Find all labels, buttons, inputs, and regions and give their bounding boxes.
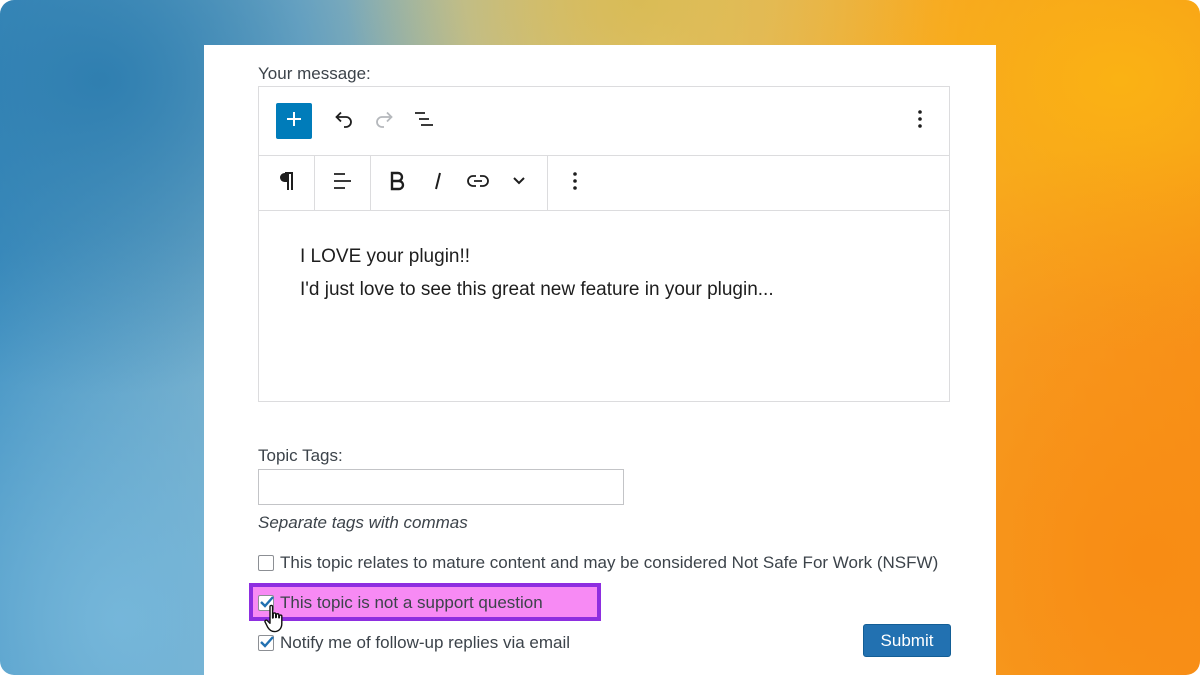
notify-replies-checkbox-label: Notify me of follow-up replies via email: [280, 633, 571, 652]
add-block-button[interactable]: [276, 103, 312, 139]
paragraph-icon: [276, 170, 296, 197]
topic-tags-hint: Separate tags with commas: [258, 513, 468, 532]
align-icon: [331, 170, 353, 197]
link-button[interactable]: [461, 166, 495, 200]
list-view-button[interactable]: [407, 104, 441, 138]
redo-icon: [373, 108, 395, 135]
content-line-2: I'd just love to see this great new feat…: [300, 279, 774, 300]
not-support-question-checkbox-row[interactable]: This topic is not a support question: [258, 593, 543, 613]
editor-content-area[interactable]: I LOVE your plugin!! I'd just love to se…: [259, 211, 949, 401]
redo-button[interactable]: [367, 104, 401, 138]
undo-icon: [333, 108, 355, 135]
content-line-1: I LOVE your plugin!!: [300, 246, 471, 267]
italic-button[interactable]: [421, 166, 455, 200]
toolbar-separator: [314, 156, 315, 211]
more-options-icon: [917, 108, 923, 135]
link-icon: [466, 173, 490, 194]
bold-button[interactable]: [380, 166, 414, 200]
reply-form: Your message: I LOVE your plugin!! I'd j…: [204, 45, 996, 675]
bold-icon: [388, 171, 406, 196]
nsfw-checkbox[interactable]: [258, 555, 274, 571]
more-formatting-button[interactable]: [502, 166, 536, 200]
topic-tags-input[interactable]: [258, 469, 624, 505]
block-options-button[interactable]: [558, 166, 592, 200]
block-editor: I LOVE your plugin!! I'd just love to se…: [258, 86, 950, 402]
hand-cursor-icon: [262, 603, 288, 640]
options-menu-button[interactable]: [903, 104, 937, 138]
toolbar-separator: [370, 156, 371, 211]
editor-top-toolbar: [259, 87, 949, 156]
more-options-icon: [572, 170, 578, 197]
topic-tags-label: Topic Tags:: [258, 446, 343, 465]
submit-button[interactable]: Submit: [863, 624, 951, 657]
notify-replies-checkbox-row[interactable]: Notify me of follow-up replies via email: [258, 633, 570, 653]
toolbar-separator: [547, 156, 548, 211]
list-view-icon: [412, 108, 436, 135]
nsfw-checkbox-row[interactable]: This topic relates to mature content and…: [258, 553, 938, 573]
plus-icon: [284, 109, 304, 134]
nsfw-checkbox-label: This topic relates to mature content and…: [280, 553, 939, 572]
chevron-down-icon: [511, 174, 527, 192]
align-button[interactable]: [325, 166, 359, 200]
paragraph-block-button[interactable]: [269, 166, 303, 200]
undo-button[interactable]: [327, 104, 361, 138]
block-toolbar: [259, 156, 949, 211]
italic-icon: [431, 171, 445, 196]
message-label: Your message:: [258, 64, 371, 83]
not-support-question-checkbox-label: This topic is not a support question: [280, 593, 543, 612]
